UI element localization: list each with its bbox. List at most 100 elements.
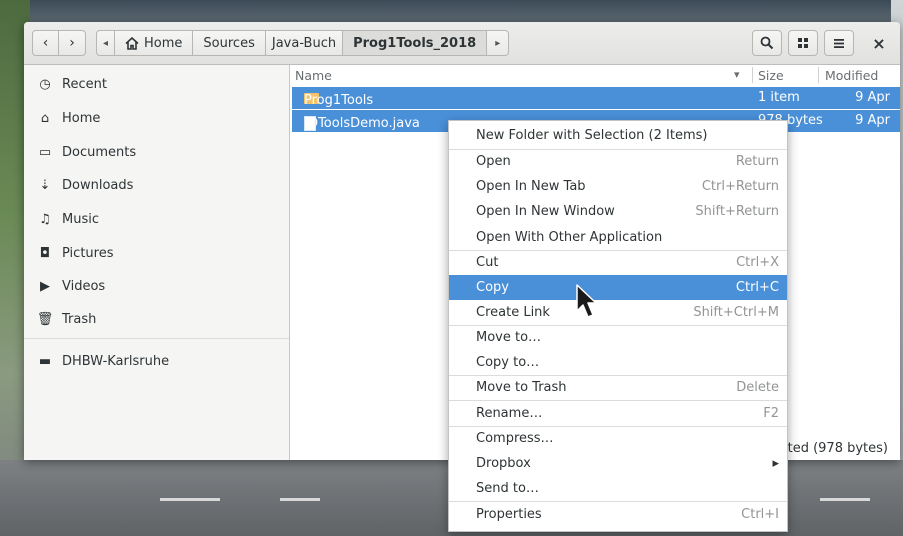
- chevron-right-icon: ›: [69, 35, 75, 51]
- menu-item-send-to[interactable]: Send to…: [449, 476, 787, 501]
- sidebar-item-downloads[interactable]: ⇣ Downloads: [34, 174, 134, 196]
- menu-item-new-folder-with-selection[interactable]: New Folder with Selection (2 Items): [449, 123, 787, 148]
- menu-item-accel: Return: [735, 154, 779, 169]
- download-icon: ⇣: [39, 177, 51, 193]
- menu-item-label: Copy to…: [476, 355, 540, 370]
- menu-item-compress[interactable]: Compress…: [449, 426, 787, 451]
- menu-item-accel: Ctrl+Return: [701, 179, 779, 194]
- camera-icon: ◘: [39, 245, 51, 261]
- menu-item-cut[interactable]: Cut Ctrl+X: [449, 250, 787, 275]
- menu-item-create-link[interactable]: Create Link Shift+Ctrl+M: [449, 300, 787, 325]
- sidebar-separator: [24, 338, 289, 339]
- menu-item-label: Compress…: [476, 431, 554, 446]
- clock-icon: ◷: [39, 76, 51, 92]
- breadcrumb-sources[interactable]: Sources: [193, 30, 266, 56]
- column-headers: Name ▾ Size Modified: [290, 65, 900, 85]
- road-marking: [160, 498, 220, 501]
- menu-button[interactable]: [824, 30, 854, 56]
- sidebar-item-documents[interactable]: ▭ Documents: [34, 141, 136, 163]
- close-button[interactable]: ×: [868, 34, 890, 54]
- sidebar-item-label: Videos: [62, 278, 106, 294]
- breadcrumb-home[interactable]: Home: [115, 30, 194, 56]
- breadcrumb-label: Java-Buch: [271, 35, 337, 51]
- sidebar-item-videos[interactable]: ▶ Videos: [34, 275, 105, 297]
- sort-icon[interactable]: ▾: [734, 68, 740, 81]
- menu-item-label: Dropbox: [476, 456, 531, 471]
- column-separator[interactable]: [752, 67, 753, 83]
- history-buttons: ‹ ›: [32, 30, 86, 56]
- back-button[interactable]: ‹: [32, 30, 59, 56]
- column-modified[interactable]: Modified: [825, 68, 878, 83]
- breadcrumb-label: Sources: [203, 35, 255, 51]
- sidebar-item-label: DHBW-Karlsruhe: [62, 353, 170, 369]
- menu-item-open[interactable]: Open Return: [449, 149, 787, 174]
- menu-item-properties[interactable]: Properties Ctrl+I: [449, 502, 787, 527]
- column-name[interactable]: Name: [295, 68, 332, 83]
- sidebar-item-label: Recent: [62, 76, 107, 92]
- menu-item-accel: Shift+Return: [695, 204, 779, 219]
- column-size[interactable]: Size: [758, 68, 784, 83]
- menu-item-label: Open With Other Application: [476, 230, 663, 245]
- breadcrumb-scroll-left[interactable]: ◂: [96, 30, 116, 56]
- menu-item-copy[interactable]: Copy Ctrl+C: [449, 275, 787, 300]
- menu-item-move-to[interactable]: Move to…: [449, 325, 787, 350]
- sidebar-item-label: Downloads: [62, 177, 134, 193]
- sidebar-item-label: Documents: [62, 144, 137, 160]
- menu-item-label: Properties: [476, 507, 542, 522]
- menu-item-label: Send to…: [476, 481, 539, 496]
- home-icon: [125, 36, 139, 50]
- sidebar-item-label: Pictures: [62, 245, 114, 261]
- sidebar: ◷ Recent ⌂ Home ▭ Documents ⇣ Downloads ♫ Mus…: [24, 65, 290, 460]
- menu-item-label: Rename…: [476, 406, 543, 421]
- sidebar-item-home[interactable]: ⌂ Home: [34, 107, 101, 129]
- status-text: ected (978 bytes): [772, 441, 888, 456]
- sidebar-item-pictures[interactable]: ◘ Pictures: [34, 242, 114, 264]
- close-icon: ×: [872, 34, 886, 53]
- menu-item-label: Open: [476, 154, 511, 169]
- file-row-prog1tools[interactable]: Prog1Tools 1 item 9 Apr: [292, 87, 900, 109]
- menu-item-label: Open In New Tab: [476, 179, 586, 194]
- sidebar-item-dhbw-karlsruhe[interactable]: ▬ DHBW-Karlsruhe: [34, 350, 169, 372]
- menu-item-copy-to[interactable]: Copy to…: [449, 350, 787, 375]
- home-icon: ⌂: [40, 110, 50, 126]
- file-name: IOToolsDemo.java: [304, 116, 420, 131]
- menu-item-accel: F2: [763, 406, 779, 421]
- menu-item-accel: Shift+Ctrl+M: [693, 305, 779, 320]
- file-name: Prog1Tools: [304, 93, 374, 108]
- menu-item-rename[interactable]: Rename… F2: [449, 401, 787, 426]
- breadcrumb-java-buch[interactable]: Java-Buch: [265, 30, 344, 56]
- menu-item-label: Move to…: [476, 330, 542, 345]
- chevron-left-icon: ‹: [42, 35, 49, 51]
- music-icon: ♫: [39, 211, 51, 227]
- sidebar-item-music[interactable]: ♫ Music: [34, 208, 99, 230]
- menu-item-accel: Ctrl+X: [736, 255, 779, 270]
- sidebar-item-recent[interactable]: ◷ Recent: [34, 73, 107, 95]
- file-modified: 9 Apr: [855, 113, 890, 128]
- chevron-left-icon: ◂: [103, 37, 109, 49]
- menu-item-label: Open In New Window: [476, 204, 615, 219]
- view-button[interactable]: [788, 30, 818, 56]
- menu-item-label: Copy: [476, 280, 509, 295]
- breadcrumb-label: Prog1Tools_2018: [353, 35, 477, 51]
- menu-item-accel: Ctrl+C: [735, 280, 779, 295]
- menu-item-move-to-trash[interactable]: Move to Trash Delete: [449, 375, 787, 400]
- document-icon: ▭: [38, 144, 52, 160]
- breadcrumb-scroll-right[interactable]: ▸: [487, 30, 510, 56]
- menu-item-dropbox[interactable]: Dropbox ▸: [449, 451, 787, 476]
- menu-item-open-with-other-application[interactable]: Open With Other Application: [449, 225, 787, 250]
- menu-item-open-in-new-tab[interactable]: Open In New Tab Ctrl+Return: [449, 174, 787, 199]
- file-modified: 9 Apr: [855, 90, 890, 105]
- menu-item-open-in-new-window[interactable]: Open In New Window Shift+Return: [449, 199, 787, 224]
- trash-icon: 🗑: [36, 311, 54, 327]
- submenu-arrow-icon: ▸: [772, 456, 779, 471]
- menu-item-label: Create Link: [476, 305, 550, 320]
- sidebar-item-trash[interactable]: 🗑 Trash: [34, 308, 97, 330]
- search-button[interactable]: [752, 30, 782, 56]
- road-marking: [820, 498, 870, 501]
- column-separator[interactable]: [818, 67, 819, 83]
- breadcrumb-prog1tools[interactable]: Prog1Tools_2018: [343, 30, 488, 56]
- video-icon: ▶: [40, 278, 50, 294]
- forward-button[interactable]: ›: [59, 30, 86, 56]
- road-marking: [280, 498, 320, 501]
- menu-item-label: New Folder with Selection (2 Items): [476, 128, 708, 143]
